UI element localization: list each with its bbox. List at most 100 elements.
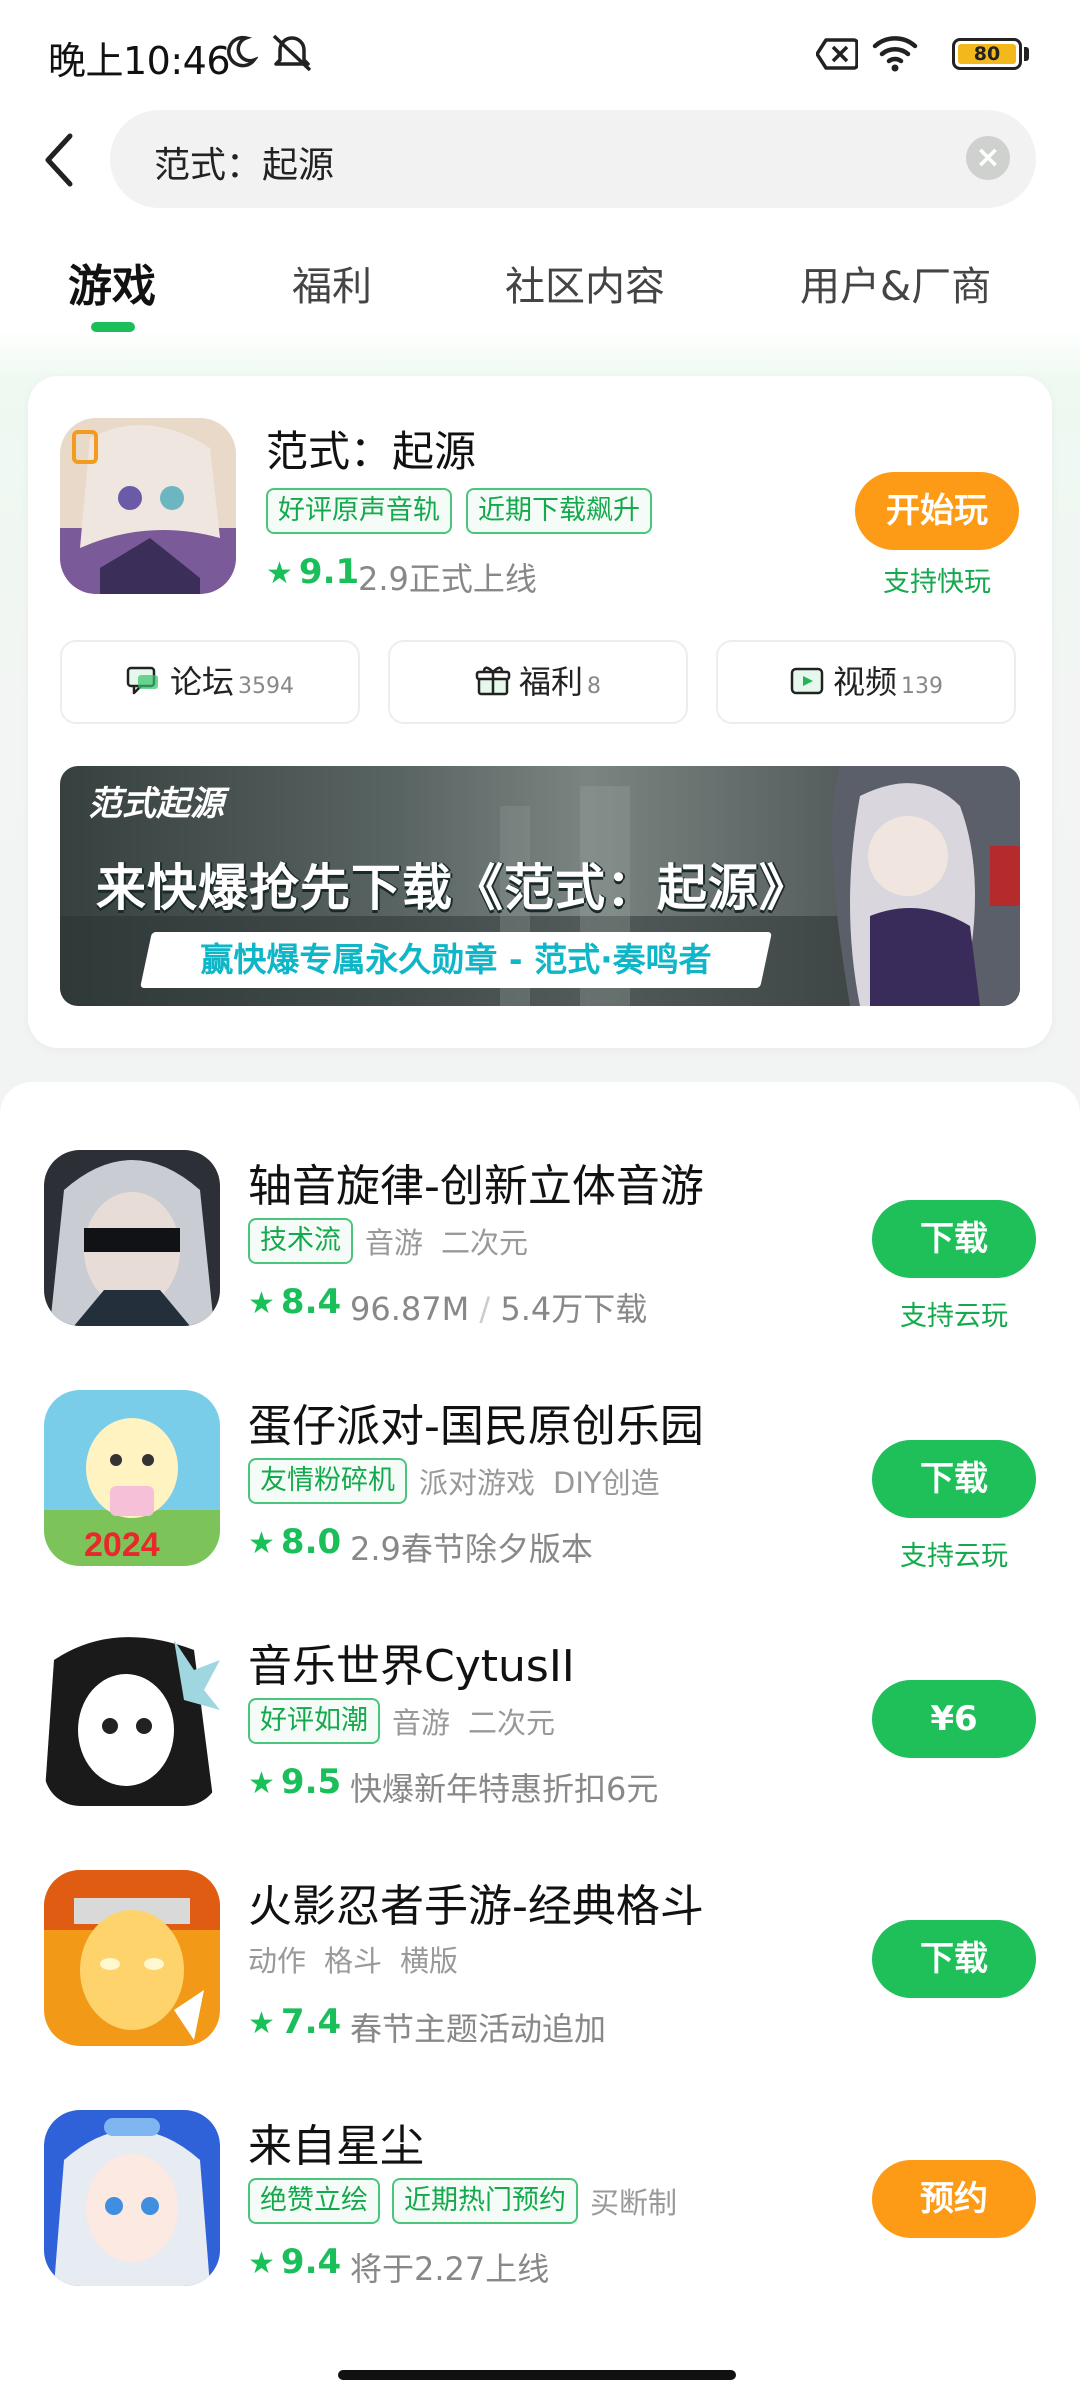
game-genre: 二次元 xyxy=(441,1226,529,1260)
tab-games[interactable]: 游戏 xyxy=(68,250,156,314)
battery-tip xyxy=(1024,47,1029,61)
featured-game-icon[interactable] xyxy=(60,418,236,594)
game-info: 将于2.27上线 xyxy=(350,2250,550,2288)
game-tag: 近期热门预约 xyxy=(392,2178,578,2224)
game-info: 春节主题活动追加 xyxy=(350,2010,607,2048)
banner-logo: 范式起源 xyxy=(88,784,224,824)
tab-community[interactable]: 社区内容 xyxy=(505,254,665,312)
rating-value: 9.4 xyxy=(280,2242,342,2282)
game-name[interactable]: 轴音旋律-创新立体音游 xyxy=(248,1150,704,1214)
game-tag: 好评如潮 xyxy=(248,1698,380,1744)
gift-icon xyxy=(475,666,511,696)
game-tags: 友情粉碎机 派对游戏 DIY创造 xyxy=(248,1458,678,1506)
rating-value: 8.0 xyxy=(280,1522,342,1562)
game-tags: 绝赞立绘 近期热门预约 买断制 xyxy=(248,2178,695,2226)
list-item[interactable]: 来自星尘 绝赞立绘 近期热门预约 买断制 ★ 9.4 将于2.27上线 预约 xyxy=(0,2110,1080,2350)
tab-benefits[interactable]: 福利 xyxy=(292,254,372,312)
game-rating: ★ 9.4 xyxy=(248,2242,341,2282)
rating-value: 7.4 xyxy=(280,2002,342,2042)
moon-icon xyxy=(227,35,258,68)
list-item[interactable]: 轴音旋律-创新立体音游 技术流 音游 二次元 ★ 8.4 96.87M / 5.4万下… xyxy=(0,1150,1080,1390)
search-input[interactable]: 范式：起源 × xyxy=(110,110,1036,208)
game-tag: 友情粉碎机 xyxy=(248,1458,407,1504)
game-name[interactable]: 蛋仔派对-国民原创乐园 xyxy=(248,1390,704,1454)
search-results-page: { "status_bar": { "time": "晚上10:46", "ba… xyxy=(0,0,1080,2400)
game-rating: ★ 9.5 xyxy=(248,1762,341,1802)
download-button[interactable]: 下载 xyxy=(872,1200,1036,1278)
featured-game-card[interactable]: 范式：起源 好评原声音轨 近期下载飙升 ★ 9.1 2.9正式上线 开始玩 支持快… xyxy=(28,376,1052,1048)
status-time: 晚上10:46 xyxy=(48,39,231,83)
tab-users-vendors[interactable]: 用户&厂商 xyxy=(800,254,991,312)
game-genre: DIY创造 xyxy=(553,1466,660,1500)
game-tags: 动作 格斗 横版 xyxy=(248,1938,476,1986)
download-button[interactable]: 下载 xyxy=(872,1920,1036,1998)
game-genre: 二次元 xyxy=(468,1706,556,1740)
game-genre: 音游 xyxy=(392,1706,451,1740)
game-genre: 买断制 xyxy=(590,2186,678,2220)
forum-button[interactable]: 论坛 3594 xyxy=(60,640,360,724)
promo-banner[interactable]: 范式起源 来快爆抢先下载《范式：起源》 赢快爆专属永久勋章 - 范式·奏鸣者 xyxy=(60,766,1020,1006)
game-rating: ★ 8.4 xyxy=(248,1282,341,1322)
banner-subline-box: 赢快爆专属永久勋章 - 范式·奏鸣者 xyxy=(140,932,772,988)
video-icon xyxy=(790,667,824,695)
list-item[interactable]: 2024 蛋仔派对-国民原创乐园 友情粉碎机 派对游戏 DIY创造 ★ 8.0 2.9… xyxy=(0,1390,1080,1630)
star-icon: ★ xyxy=(248,2246,275,2281)
play-button[interactable]: 开始玩 xyxy=(855,472,1019,550)
star-icon: ★ xyxy=(248,2006,275,2041)
clear-icon[interactable]: × xyxy=(966,136,1010,180)
featured-rating: ★ 9.1 xyxy=(266,552,359,592)
game-tags: 技术流 音游 二次元 xyxy=(248,1218,546,1266)
list-item[interactable]: 音乐世界CytusII 好评如潮 音游 二次元 ★ 9.5 快爆新年特惠折扣6元 ¥6 xyxy=(0,1630,1080,1870)
buy-button[interactable]: ¥6 xyxy=(872,1680,1036,1758)
featured-release-info: 2.9正式上线 xyxy=(358,560,537,598)
game-info: 96.87M / 5.4万下载 xyxy=(350,1284,647,1330)
game-tag: 技术流 xyxy=(248,1218,353,1264)
battery-icon: 80 xyxy=(952,38,1022,70)
rating-value: 9.5 xyxy=(280,1762,342,1802)
home-indicator[interactable] xyxy=(338,2370,736,2380)
game-info: 2.9春节除夕版本 xyxy=(350,1530,593,1568)
battery-level: 80 xyxy=(958,44,1016,64)
game-icon[interactable] xyxy=(44,1630,220,1806)
list-item[interactable]: 火影忍者手游-经典格斗 动作 格斗 横版 ★ 7.4 春节主题活动追加 下载 xyxy=(0,1870,1080,2110)
featured-game-title[interactable]: 范式：起源 xyxy=(266,418,476,479)
silent-icon xyxy=(272,34,312,72)
game-icon[interactable] xyxy=(44,2110,220,2286)
game-icon[interactable] xyxy=(44,1870,220,2046)
banner-headline: 来快爆抢先下载《范式：起源》 xyxy=(96,859,810,917)
result-tabs: 游戏 福利 社区内容 用户&厂商 xyxy=(0,250,1080,340)
game-rating: ★ 8.0 xyxy=(248,1522,341,1562)
featured-tag: 好评原声音轨 xyxy=(266,488,452,534)
game-genre: 动作 xyxy=(248,1944,307,1978)
cloud-play-label: 支持云玩 xyxy=(900,1541,1008,1572)
video-button[interactable]: 视频 139 xyxy=(716,640,1016,724)
info-separator: / xyxy=(479,1290,491,1328)
status-bar: 晚上10:46 80 xyxy=(0,0,1080,110)
game-tag: 绝赞立绘 xyxy=(248,2178,380,2224)
benefits-count: 8 xyxy=(587,674,601,699)
search-query[interactable]: 范式：起源 xyxy=(154,136,334,188)
star-icon: ★ xyxy=(248,1526,275,1561)
forum-label: 论坛 xyxy=(169,663,234,701)
star-icon: ★ xyxy=(266,556,293,591)
game-name[interactable]: 音乐世界CytusII xyxy=(248,1630,575,1694)
game-name[interactable]: 火影忍者手游-经典格斗 xyxy=(248,1870,704,1934)
game-tags: 好评如潮 音游 二次元 xyxy=(248,1698,573,1746)
game-icon[interactable]: 2024 xyxy=(44,1390,220,1566)
benefits-button[interactable]: 福利 8 xyxy=(388,640,688,724)
game-name[interactable]: 来自星尘 xyxy=(248,2110,424,2174)
game-icon[interactable] xyxy=(44,1150,220,1326)
game-genre: 派对游戏 xyxy=(419,1466,536,1500)
game-info: 快爆新年特惠折扣6元 xyxy=(350,1770,659,1808)
forum-icon xyxy=(126,666,158,695)
game-rating: ★ 7.4 xyxy=(248,2002,341,2042)
game-genre: 音游 xyxy=(365,1226,424,1260)
cloud-play-label: 支持云玩 xyxy=(900,1301,1008,1332)
download-button[interactable]: 下载 xyxy=(872,1440,1036,1518)
active-tab-indicator xyxy=(91,322,135,332)
game-result-list: 轴音旋律-创新立体音游 技术流 音游 二次元 ★ 8.4 96.87M / 5.4万下… xyxy=(0,1082,1080,2400)
reserve-button[interactable]: 预约 xyxy=(872,2160,1036,2238)
star-icon: ★ xyxy=(248,1286,275,1321)
back-chevron-left-icon[interactable] xyxy=(40,130,80,190)
banner-subline: 赢快爆专属永久勋章 - 范式·奏鸣者 xyxy=(200,940,712,979)
